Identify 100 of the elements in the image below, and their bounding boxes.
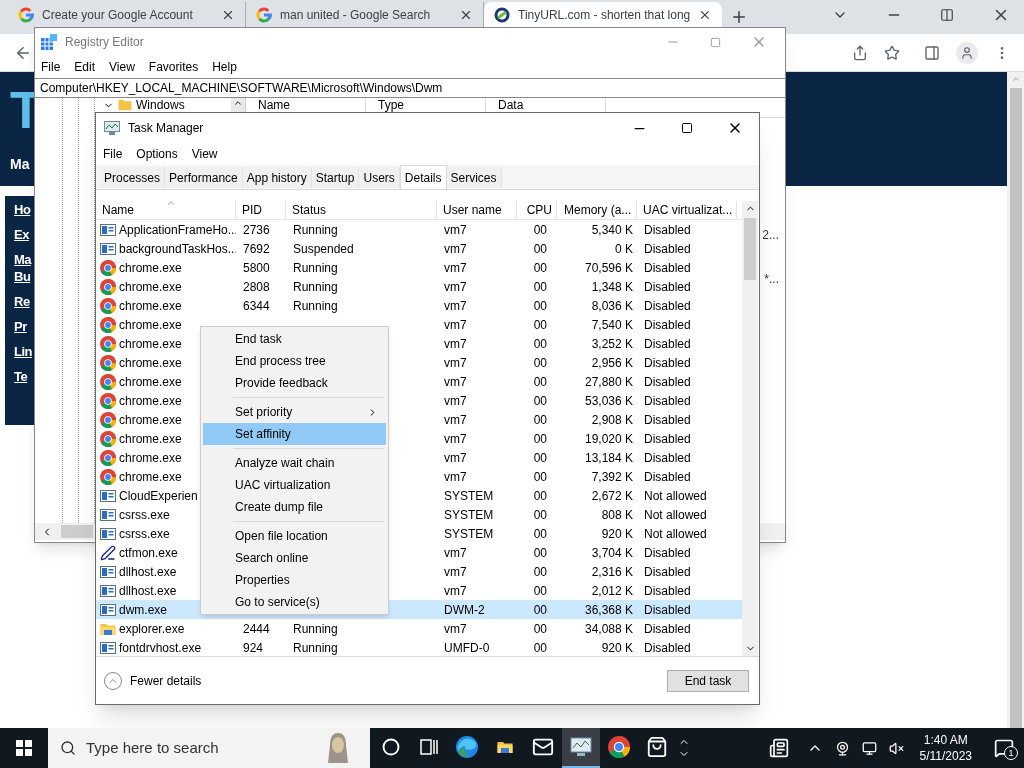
share-icon[interactable]: [852, 44, 868, 61]
maximize-icon[interactable]: [681, 122, 693, 134]
menu-item[interactable]: File: [103, 145, 123, 163]
menu-item[interactable]: Open file location: [203, 525, 386, 547]
window-title: Registry Editor: [65, 34, 144, 51]
tab[interactable]: Processes: [100, 167, 166, 188]
process-name[interactable]: fontdrvhost.exe: [119, 638, 202, 656]
status-cell: Running: [293, 222, 338, 237]
column-header[interactable]: Name: [96, 201, 236, 219]
menu-item[interactable]: Favorites: [148, 58, 199, 76]
column-header[interactable]: CPU: [517, 201, 557, 219]
process-name[interactable]: ctfmon.exe: [119, 543, 178, 562]
tab[interactable]: Startup: [311, 167, 360, 188]
address-bar[interactable]: Computer\HKEY_LOCAL_MACHINE\SOFTWARE\Microsoft\Windows\Dwm: [35, 78, 785, 98]
process-name[interactable]: dllhost.exe: [119, 562, 177, 581]
nav-link[interactable]: Re: [14, 294, 30, 309]
process-name[interactable]: backgroundTaskHos...: [119, 239, 236, 258]
menu-item[interactable]: UAC virtualization: [203, 474, 386, 496]
menu-item[interactable]: Go to service(s): [203, 591, 386, 613]
process-name[interactable]: chrome.exe: [119, 277, 182, 296]
scroll-up-icon[interactable]: [233, 98, 243, 108]
column-header[interactable]: PID: [236, 201, 286, 219]
process-name[interactable]: csrss.exe: [119, 505, 170, 524]
column-header[interactable]: User name: [437, 201, 517, 219]
tab[interactable]: App history: [242, 167, 312, 188]
profile-avatar[interactable]: [956, 41, 978, 64]
process-name[interactable]: CloudExperien: [119, 486, 198, 505]
nav-link[interactable]: Lin: [14, 344, 32, 359]
menu-item[interactable]: Analyze wait chain: [203, 452, 386, 474]
scrollbar-thumb[interactable]: [61, 525, 93, 538]
process-name[interactable]: chrome.exe: [119, 429, 182, 448]
menu-item[interactable]: View: [191, 145, 218, 163]
bookmark-star-icon[interactable]: [884, 44, 900, 61]
process-name[interactable]: chrome.exe: [119, 448, 182, 467]
column-header[interactable]: Status: [286, 201, 437, 219]
menu-item[interactable]: Options: [136, 145, 178, 163]
uac-cell: Disabled: [644, 279, 691, 294]
nav-link[interactable]: Ex: [14, 227, 29, 242]
process-name[interactable]: chrome.exe: [119, 353, 182, 372]
process-name[interactable]: chrome.exe: [119, 334, 182, 353]
side-panel-icon[interactable]: [924, 44, 940, 61]
nav-link[interactable]: Ho: [14, 202, 31, 217]
menu-item[interactable]: Provide feedback: [203, 372, 386, 394]
menu-item[interactable]: End process tree: [203, 350, 386, 372]
process-name[interactable]: ApplicationFrameHo...: [119, 220, 236, 239]
menu-item[interactable]: File: [41, 58, 61, 76]
process-name[interactable]: chrome.exe: [119, 296, 182, 315]
process-name[interactable]: csrss.exe: [119, 524, 170, 543]
nav-link[interactable]: Ma Bu: [14, 252, 32, 284]
tab[interactable]: Services: [446, 167, 502, 188]
browser-tab[interactable]: TinyURL.com - shorten that long: [484, 2, 722, 27]
taskbar-app[interactable]: [562, 728, 600, 768]
nav-link[interactable]: Pr: [14, 319, 27, 334]
process-name[interactable]: chrome.exe: [119, 391, 182, 410]
webcam-icon[interactable]: [834, 740, 850, 756]
process-name[interactable]: chrome.exe: [119, 467, 182, 486]
network-icon[interactable]: [861, 740, 877, 756]
restore-icon[interactable]: [940, 8, 954, 22]
menu-item[interactable]: View: [109, 58, 135, 76]
task-manager-icon: [104, 121, 120, 135]
tab[interactable]: Details: [399, 165, 447, 189]
menu-item[interactable]: End task: [203, 328, 386, 350]
memory-cell-text: 0 K: [615, 240, 633, 258]
menu-item[interactable]: Create dump file: [203, 496, 386, 518]
scrollbar-thumb[interactable]: [1009, 88, 1022, 728]
menu-item[interactable]: Help: [212, 58, 237, 76]
uac-cell: Disabled: [644, 450, 691, 465]
process-name[interactable]: chrome.exe: [119, 372, 182, 391]
process-name[interactable]: chrome.exe: [119, 315, 182, 334]
tab[interactable]: Users: [359, 167, 400, 188]
user-cell: vm7: [444, 621, 467, 636]
fewer-details-button[interactable]: Fewer details: [104, 671, 202, 690]
column-header[interactable]: Memory (a...: [557, 201, 637, 219]
scrollbar-thumb[interactable]: [744, 218, 756, 280]
news-icon[interactable]: [768, 738, 789, 758]
tab[interactable]: Performance: [165, 167, 243, 188]
vertical-scrollbar[interactable]: [742, 201, 758, 656]
search-field[interactable]: Type here to search: [48, 728, 370, 768]
new-tab-icon[interactable]: [730, 8, 748, 26]
menu-item[interactable]: Search online: [203, 547, 386, 569]
scrollbar[interactable]: [1007, 72, 1024, 728]
tree-item[interactable]: Windows: [136, 98, 185, 112]
process-name[interactable]: explorer.exe: [119, 619, 185, 638]
menu-item[interactable]: Set affinity: [203, 423, 386, 445]
end-task-button[interactable]: End task: [667, 669, 749, 692]
notifications-icon[interactable]: [994, 738, 1014, 758]
volume-muted-icon[interactable]: [888, 740, 904, 756]
process-name[interactable]: chrome.exe: [119, 410, 182, 429]
cpu-cell-text: 00: [533, 468, 547, 486]
memory-cell-text: 7,540 K: [591, 316, 633, 334]
clock[interactable]: 1:40 AM 5/11/2023: [915, 732, 976, 764]
column-header[interactable]: UAC virtualizat...: [637, 201, 737, 219]
menu-item[interactable]: Edit: [74, 58, 96, 76]
process-name[interactable]: chrome.exe: [119, 258, 182, 277]
process-name[interactable]: dllhost.exe: [119, 581, 177, 600]
google-icon: [256, 6, 272, 23]
nav-link[interactable]: Te: [14, 369, 28, 384]
menu-item[interactable]: Properties: [203, 569, 386, 591]
memory-cell-text: 7,392 K: [591, 468, 633, 486]
menu-item[interactable]: Set priority: [203, 401, 386, 423]
